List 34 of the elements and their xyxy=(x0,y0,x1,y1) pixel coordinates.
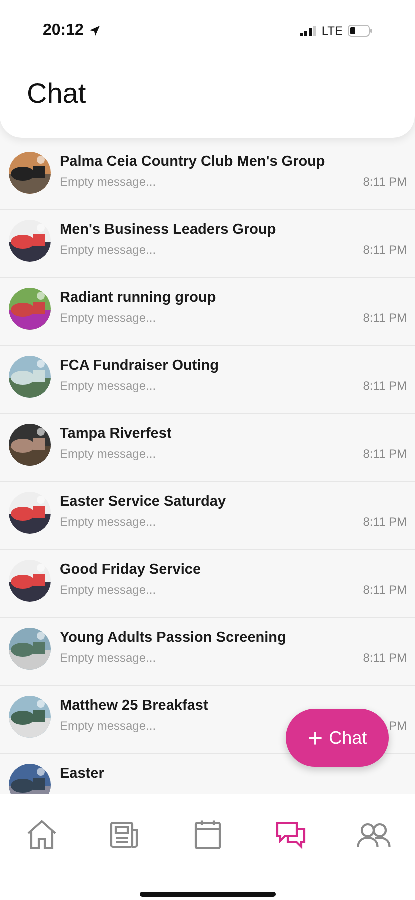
page-title: Chat xyxy=(27,78,88,110)
message-preview: Empty message... xyxy=(60,447,156,461)
chat-name[interactable]: Tampa Riverfest xyxy=(60,426,407,442)
message-time: 8:11 PM xyxy=(363,311,407,325)
chat-name[interactable]: Radiant running group xyxy=(60,290,407,306)
chat-name[interactable]: Easter xyxy=(60,766,407,782)
network-label: LTE xyxy=(322,24,343,38)
chat-name[interactable]: FCA Fundraiser Outing xyxy=(60,358,407,374)
message-preview: Empty message... xyxy=(60,379,156,393)
signal-icon xyxy=(300,26,317,36)
message-time: 8:11 PM xyxy=(363,583,407,597)
message-preview: Empty message... xyxy=(60,651,156,665)
battery-icon xyxy=(348,25,373,37)
chat-name[interactable]: Young Adults Passion Screening xyxy=(60,630,407,646)
location-icon xyxy=(88,25,101,37)
message-preview: Empty message... xyxy=(60,583,156,597)
message-time: 8:11 PM xyxy=(363,515,407,529)
message-preview: Empty message... xyxy=(60,243,156,257)
message-time: 8:11 PM xyxy=(363,379,407,393)
message-preview: Empty message... xyxy=(60,175,156,189)
message-time: 8:11 PM xyxy=(363,651,407,665)
chat-name[interactable]: Good Friday Service xyxy=(60,562,407,578)
new-chat-button[interactable]: + Chat xyxy=(286,709,389,767)
message-time: 8:11 PM xyxy=(363,447,407,461)
chat-name[interactable]: Palma Ceia Country Club Men's Group xyxy=(60,154,407,170)
message-time: 8:11 PM xyxy=(363,175,407,189)
message-preview: Empty message... xyxy=(60,515,156,529)
status-time: 20:12 xyxy=(43,22,84,40)
message-time: 8:11 PM xyxy=(363,243,407,257)
chat-name[interactable]: Men's Business Leaders Group xyxy=(60,222,407,238)
message-time: PM xyxy=(389,719,407,733)
message-preview: Empty message... xyxy=(60,311,156,325)
message-preview: Empty message... xyxy=(60,719,156,733)
chat-name[interactable]: Easter Service Saturday xyxy=(60,494,407,510)
